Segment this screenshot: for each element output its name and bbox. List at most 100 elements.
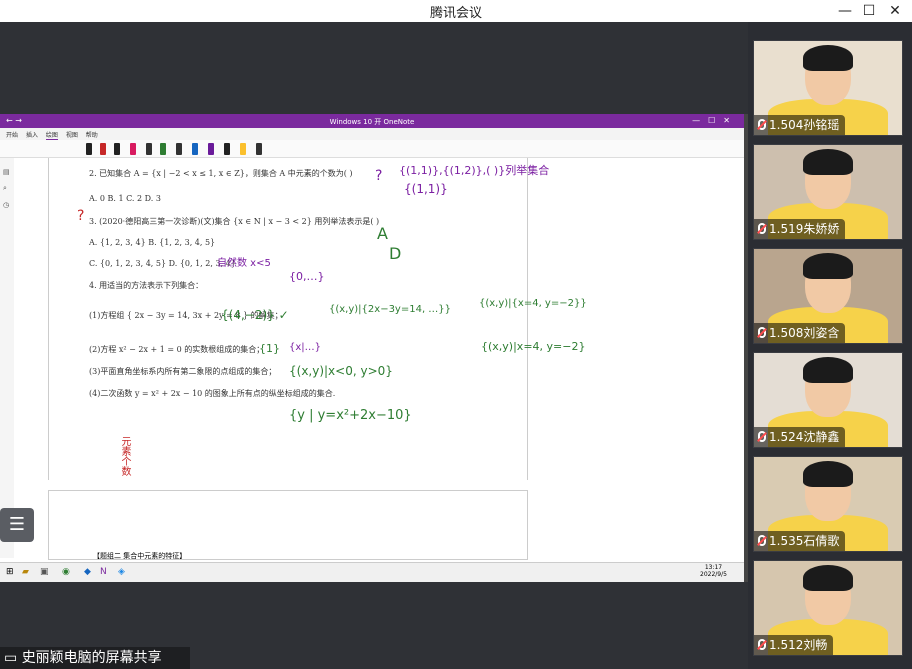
mic-muted-icon bbox=[758, 639, 766, 650]
app-icon[interactable]: ◆ bbox=[84, 567, 91, 577]
avatar bbox=[803, 45, 853, 71]
clock-date: 2022/9/5 bbox=[700, 571, 727, 578]
mic-muted-icon bbox=[758, 431, 766, 442]
participant-name: 1.524沈静鑫 bbox=[754, 427, 846, 447]
handwriting-h4: D bbox=[389, 244, 402, 263]
problem-4: 4. 用适当的方法表示下列集合： bbox=[89, 281, 204, 290]
menu-insert[interactable]: 插入 bbox=[26, 130, 38, 139]
pen-dark-icon[interactable] bbox=[176, 143, 182, 155]
problem-4-2: (2)方程 x² − 2x + 1 = 0 的实数根组成的集合； bbox=[89, 345, 265, 354]
participant-name: 1.512刘畅 bbox=[754, 635, 834, 655]
handwriting-h5: 自然数 x<5 bbox=[217, 258, 271, 269]
close-button[interactable]: ✕ bbox=[884, 2, 906, 20]
menu-view[interactable]: 视图 bbox=[66, 130, 78, 139]
screen-share-text: 史丽颖电脑的屏幕共享 bbox=[21, 650, 162, 666]
participant-tile[interactable]: 1.512刘畅 bbox=[753, 560, 903, 656]
notebook-icon[interactable]: ▤ bbox=[3, 168, 14, 176]
pen-dark-icon[interactable] bbox=[256, 143, 262, 155]
problem-3: 3. (2020·德阳高三第一次诊断)(文)集合 {x ∈ N | x − 3 … bbox=[89, 217, 380, 226]
participant-tile[interactable]: 1.508刘姿含 bbox=[753, 248, 903, 344]
start-icon[interactable]: ⊞ bbox=[6, 567, 14, 577]
participant-tile[interactable]: 1.524沈静鑫 bbox=[753, 352, 903, 448]
pen-pink-icon[interactable] bbox=[130, 143, 136, 155]
page2-heading: 【题组二 集合中元素的特征】 bbox=[93, 552, 187, 560]
participant-tile[interactable]: 1.535石倩歌 bbox=[753, 456, 903, 552]
minimize-button[interactable]: — bbox=[834, 2, 856, 20]
pen-purple-icon[interactable] bbox=[208, 143, 214, 155]
window-title-bar: 腾讯会议 — ☐ ✕ bbox=[0, 0, 912, 22]
participant-name: 1.535石倩歌 bbox=[754, 531, 846, 551]
meeting-taskbar-icon[interactable]: ◈ bbox=[118, 567, 125, 577]
handwriting-h14: {y | y=x²+2x−10} bbox=[289, 408, 412, 423]
windows-taskbar: ⊞ ▰ ▣ ◉ ◆ N ◈ 13:17 2022/9/5 bbox=[0, 562, 744, 582]
note-page-2: 【题组二 集合中元素的特征】 bbox=[48, 490, 528, 560]
mic-muted-icon bbox=[758, 223, 766, 234]
clock-time: 13:17 bbox=[704, 564, 723, 571]
folder-icon[interactable]: ▰ bbox=[22, 567, 29, 577]
highlighter-yellow-icon[interactable] bbox=[240, 143, 246, 155]
onenote-title: Windows 10 开 OneNote bbox=[329, 118, 415, 126]
app-icon[interactable]: ▣ bbox=[40, 567, 49, 577]
handwriting-h1: {(1,1)},{(1,2)},( )}列举集合 bbox=[399, 164, 550, 177]
handwriting-h16: 元素个数 bbox=[119, 436, 130, 476]
handwriting-h3: A bbox=[377, 224, 388, 243]
problem-4-3: (3)平面直角坐标系内所有第二象限的点组成的集合； bbox=[89, 367, 277, 376]
onenote-window-controls[interactable]: —☐✕ bbox=[692, 116, 738, 125]
pen-black-icon[interactable] bbox=[224, 143, 230, 155]
pen-black-icon[interactable] bbox=[114, 143, 120, 155]
problem-2: 2. 已知集合 A = {x | −2 < x ≤ 1, x ∈ Z}，则集合 … bbox=[89, 169, 353, 178]
participant-name: 1.519朱娇娇 bbox=[754, 219, 846, 239]
handwriting-h13: {(x,y)|x=4, y=−2} bbox=[481, 340, 586, 353]
handwriting-h8: {(x,y)|{2x−3y=14, …}} bbox=[329, 304, 452, 315]
pen-blue-icon[interactable] bbox=[192, 143, 198, 155]
handwriting-h11: {x|…} bbox=[289, 342, 322, 353]
pen-dark-icon[interactable] bbox=[146, 143, 152, 155]
pen-toolbar bbox=[0, 140, 744, 158]
handwriting-h15: ? bbox=[77, 208, 85, 224]
screen-share-label: ▭ 史丽颖电脑的屏幕共享 bbox=[0, 647, 190, 669]
pen-black-icon[interactable] bbox=[86, 143, 92, 155]
participant-panel: 1.504孙铭瑶 1.519朱娇娇 1.508刘姿含 1.524沈静鑫 1.53… bbox=[748, 22, 912, 669]
avatar bbox=[803, 357, 853, 383]
avatar bbox=[803, 565, 853, 591]
recent-icon[interactable]: ◷ bbox=[3, 201, 14, 209]
avatar bbox=[803, 253, 853, 279]
menu-draw[interactable]: 绘图 bbox=[45, 130, 58, 140]
handwriting-h6: {0,…} bbox=[289, 270, 325, 283]
handwriting-h12: {(x,y)|x<0, y>0} bbox=[289, 364, 393, 378]
avatar bbox=[803, 149, 853, 175]
member-list-icon[interactable]: ☰ bbox=[0, 508, 34, 542]
participant-tile[interactable]: 1.519朱娇娇 bbox=[753, 144, 903, 240]
onenote-taskbar-icon[interactable]: N bbox=[100, 567, 107, 577]
problem-2-options: A. 0 B. 1 C. 2 D. 3 bbox=[89, 194, 161, 203]
handwriting-h7: {(4,−2)} ✓ bbox=[221, 308, 289, 322]
window-title: 腾讯会议 bbox=[429, 6, 482, 21]
clock: 13:17 2022/9/5 bbox=[700, 564, 727, 578]
maximize-button[interactable]: ☐ bbox=[858, 2, 880, 20]
pen-red-icon[interactable] bbox=[100, 143, 106, 155]
menu-home[interactable]: 开始 bbox=[6, 130, 18, 139]
handwriting-h2: {(1,1)} bbox=[404, 182, 448, 196]
participant-name: 1.508刘姿含 bbox=[754, 323, 846, 343]
handwriting-h9: {(x,y)|{x=4, y=−2}} bbox=[479, 298, 587, 309]
problem-3-options-cd: C. {0, 1, 2, 3, 4, 5} D. {0, 1, 2, 3, 4} bbox=[89, 259, 236, 268]
onenote-side-rail: ▤ ⌕ ◷ bbox=[0, 158, 14, 558]
pen-green-icon[interactable] bbox=[160, 143, 166, 155]
participant-name: 1.504孙铭瑶 bbox=[754, 115, 846, 135]
note-page: 2. 已知集合 A = {x | −2 < x ≤ 1, x ∈ Z}，则集合 … bbox=[48, 158, 587, 480]
search-icon[interactable]: ⌕ bbox=[3, 184, 14, 193]
shared-screen: ← → Windows 10 开 OneNote —☐✕ 开始 插入 绘图 视图… bbox=[0, 114, 744, 582]
problem-3-options-ab: A. {1, 2, 3, 4} B. {1, 2, 3, 4, 5} bbox=[89, 238, 216, 247]
mic-muted-icon bbox=[758, 535, 766, 546]
share-icon: ▭ bbox=[4, 650, 18, 666]
onenote-menu: 开始 插入 绘图 视图 帮助 bbox=[0, 128, 744, 140]
mic-muted-icon bbox=[758, 119, 766, 130]
avatar bbox=[803, 461, 853, 487]
handwriting-h17: ? bbox=[375, 168, 383, 184]
menu-help[interactable]: 帮助 bbox=[86, 130, 98, 139]
handwriting-h10: {1} bbox=[259, 342, 280, 355]
onenote-title-bar: ← → Windows 10 开 OneNote —☐✕ bbox=[0, 114, 744, 128]
problem-4-4: (4)二次函数 y = x² + 2x − 10 的图象上所有点的纵坐标组成的集… bbox=[89, 389, 336, 398]
app-icon[interactable]: ◉ bbox=[62, 567, 70, 577]
participant-tile[interactable]: 1.504孙铭瑶 bbox=[753, 40, 903, 136]
